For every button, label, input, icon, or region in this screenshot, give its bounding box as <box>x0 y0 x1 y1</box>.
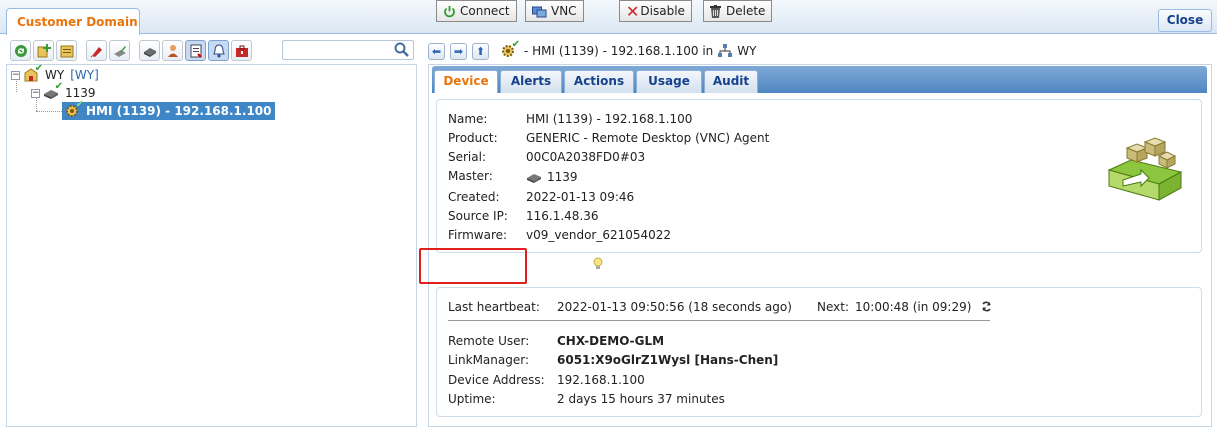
master-label: Master: <box>448 169 493 183</box>
selected-tree-item[interactable]: ✔ HMI (1139) - 192.168.1.100 <box>62 99 275 120</box>
next-value: 10:00:48 (in 09:29) <box>855 300 972 314</box>
uptime-label: Uptime: <box>448 392 496 406</box>
tree-node-1139[interactable]: − ✔ 1139 <box>31 81 96 102</box>
back-arrow-icon[interactable]: ⬅ <box>428 42 445 60</box>
breadcrumb-device: - HMI (1139) - 192.168.1.100 in <box>524 44 714 58</box>
device-type-illustration-icon <box>1101 130 1185 206</box>
tree-connector <box>36 111 62 112</box>
gateway-device-icon <box>526 169 542 185</box>
vnc-screen-icon <box>532 5 547 18</box>
collapse-toggle-icon[interactable]: − <box>11 70 20 80</box>
forward-arrow-icon[interactable]: ➡ <box>450 42 467 60</box>
tree-node-label: HMI (1139) - 192.168.1.100 <box>86 104 272 118</box>
remote-user-label: Remote User: <box>448 334 530 348</box>
customer-domain-tab[interactable]: Customer Domain <box>6 8 140 35</box>
report-icon[interactable] <box>185 40 206 61</box>
tree-node-hmi[interactable]: ✔ HMI (1139) - 192.168.1.100 <box>62 99 275 120</box>
serial-value: 00C0A2038FD0#03 <box>526 150 646 164</box>
firmware-label: Firmware: <box>448 228 508 242</box>
uptime-value: 2 days 15 hours 37 minutes <box>557 392 725 406</box>
agent-gear-icon: ✔ <box>64 99 84 119</box>
linkmanager-label: LinkManager: <box>448 353 530 367</box>
master-value[interactable]: 1139 <box>547 170 578 184</box>
power-icon <box>443 5 456 18</box>
trash-icon <box>710 4 721 18</box>
device-address-label: Device Address: <box>448 373 545 387</box>
delete-button[interactable]: Delete <box>703 0 773 22</box>
add-domain-icon[interactable] <box>33 40 54 61</box>
refresh-status-icon[interactable] <box>981 301 992 315</box>
connect-label: Connect <box>460 4 510 18</box>
navigation-bar: ⬅ ➡ ⬆ ✔ - HMI (1139) - 192.168.1.100 in … <box>428 38 1217 64</box>
device-icon[interactable] <box>139 40 160 61</box>
delete-label: Delete <box>726 4 766 18</box>
refresh-icon[interactable] <box>10 40 31 61</box>
product-label: Product: <box>448 131 498 145</box>
user-icon[interactable] <box>162 40 183 61</box>
vnc-button[interactable]: VNC <box>525 0 584 22</box>
top-tab-bar: Customer Domain Close <box>0 0 1217 35</box>
breadcrumb-domain[interactable]: WY <box>737 44 756 58</box>
created-label: Created: <box>448 190 500 204</box>
flag-icon[interactable] <box>86 40 107 61</box>
close-button[interactable]: Close <box>1158 9 1212 32</box>
name-value: HMI (1139) - 192.168.1.100 <box>526 112 693 126</box>
firmware-value: v09_vendor_621054022 <box>526 228 672 242</box>
collapse-toggle-icon[interactable]: − <box>31 88 40 98</box>
device-tabs: Device Alerts Actions Usage Audit <box>432 66 1207 93</box>
connect-button[interactable]: Connect <box>436 0 517 22</box>
name-label: Name: <box>448 112 488 126</box>
created-value: 2022-01-13 09:46 <box>526 190 635 204</box>
up-arrow-icon[interactable]: ⬆ <box>472 42 489 60</box>
breadcrumb: ✔ - HMI (1139) - 192.168.1.100 in WY <box>500 39 756 59</box>
gateway-device-icon: ✔ <box>43 81 63 101</box>
heartbeat-label: Last heartbeat: <box>448 300 540 314</box>
tab-device[interactable]: Device <box>434 70 498 93</box>
heartbeat-value: 2022-01-13 09:50:56 (18 seconds ago) <box>557 300 792 314</box>
edit-icon[interactable] <box>109 40 130 61</box>
device-info-box: Name: HMI (1139) - 192.168.1.100 Product:… <box>436 99 1202 253</box>
toolbox-icon[interactable] <box>231 40 252 61</box>
disable-button[interactable]: ✕ Disable <box>619 0 692 22</box>
product-value: GENERIC - Remote Desktop (VNC) Agent <box>526 131 770 145</box>
source-ip-value: 116.1.48.36 <box>526 209 599 223</box>
domain-icon: ✔ <box>23 63 43 83</box>
alert-bell-icon[interactable] <box>208 40 229 61</box>
remote-user-value: CHX-DEMO-GLM <box>557 334 665 348</box>
tab-actions[interactable]: Actions <box>564 70 634 93</box>
vnc-label: VNC <box>551 4 577 18</box>
tree-node-label: 1139 <box>65 86 96 100</box>
search-icon[interactable] <box>394 42 410 58</box>
left-toolbar <box>6 38 416 64</box>
tab-usage[interactable]: Usage <box>636 70 702 93</box>
linkmanager-value: 6051:X9oGlrZ1Wysl [Hans-Chen] <box>557 353 779 367</box>
lightbulb-icon <box>592 256 604 275</box>
device-address-value: 192.168.1.100 <box>557 373 645 387</box>
domain-properties-icon[interactable] <box>56 40 77 61</box>
tab-audit[interactable]: Audit <box>704 70 758 93</box>
source-ip-label: Source IP: <box>448 209 508 223</box>
tab-alerts[interactable]: Alerts <box>500 70 562 93</box>
agent-gear-icon: ✔ <box>500 39 520 59</box>
x-icon: ✕ <box>626 1 640 21</box>
domain-network-icon <box>717 43 733 59</box>
tree-node-label: WY <box>45 68 65 82</box>
tree-node-tag: [WY] <box>70 68 99 82</box>
connection-status-box: Last heartbeat: 2022-01-13 09:50:56 (18 … <box>436 287 1202 417</box>
serial-label: Serial: <box>448 150 486 164</box>
divider <box>448 320 990 321</box>
next-label: Next: <box>817 300 849 314</box>
disable-label: Disable <box>640 4 685 18</box>
